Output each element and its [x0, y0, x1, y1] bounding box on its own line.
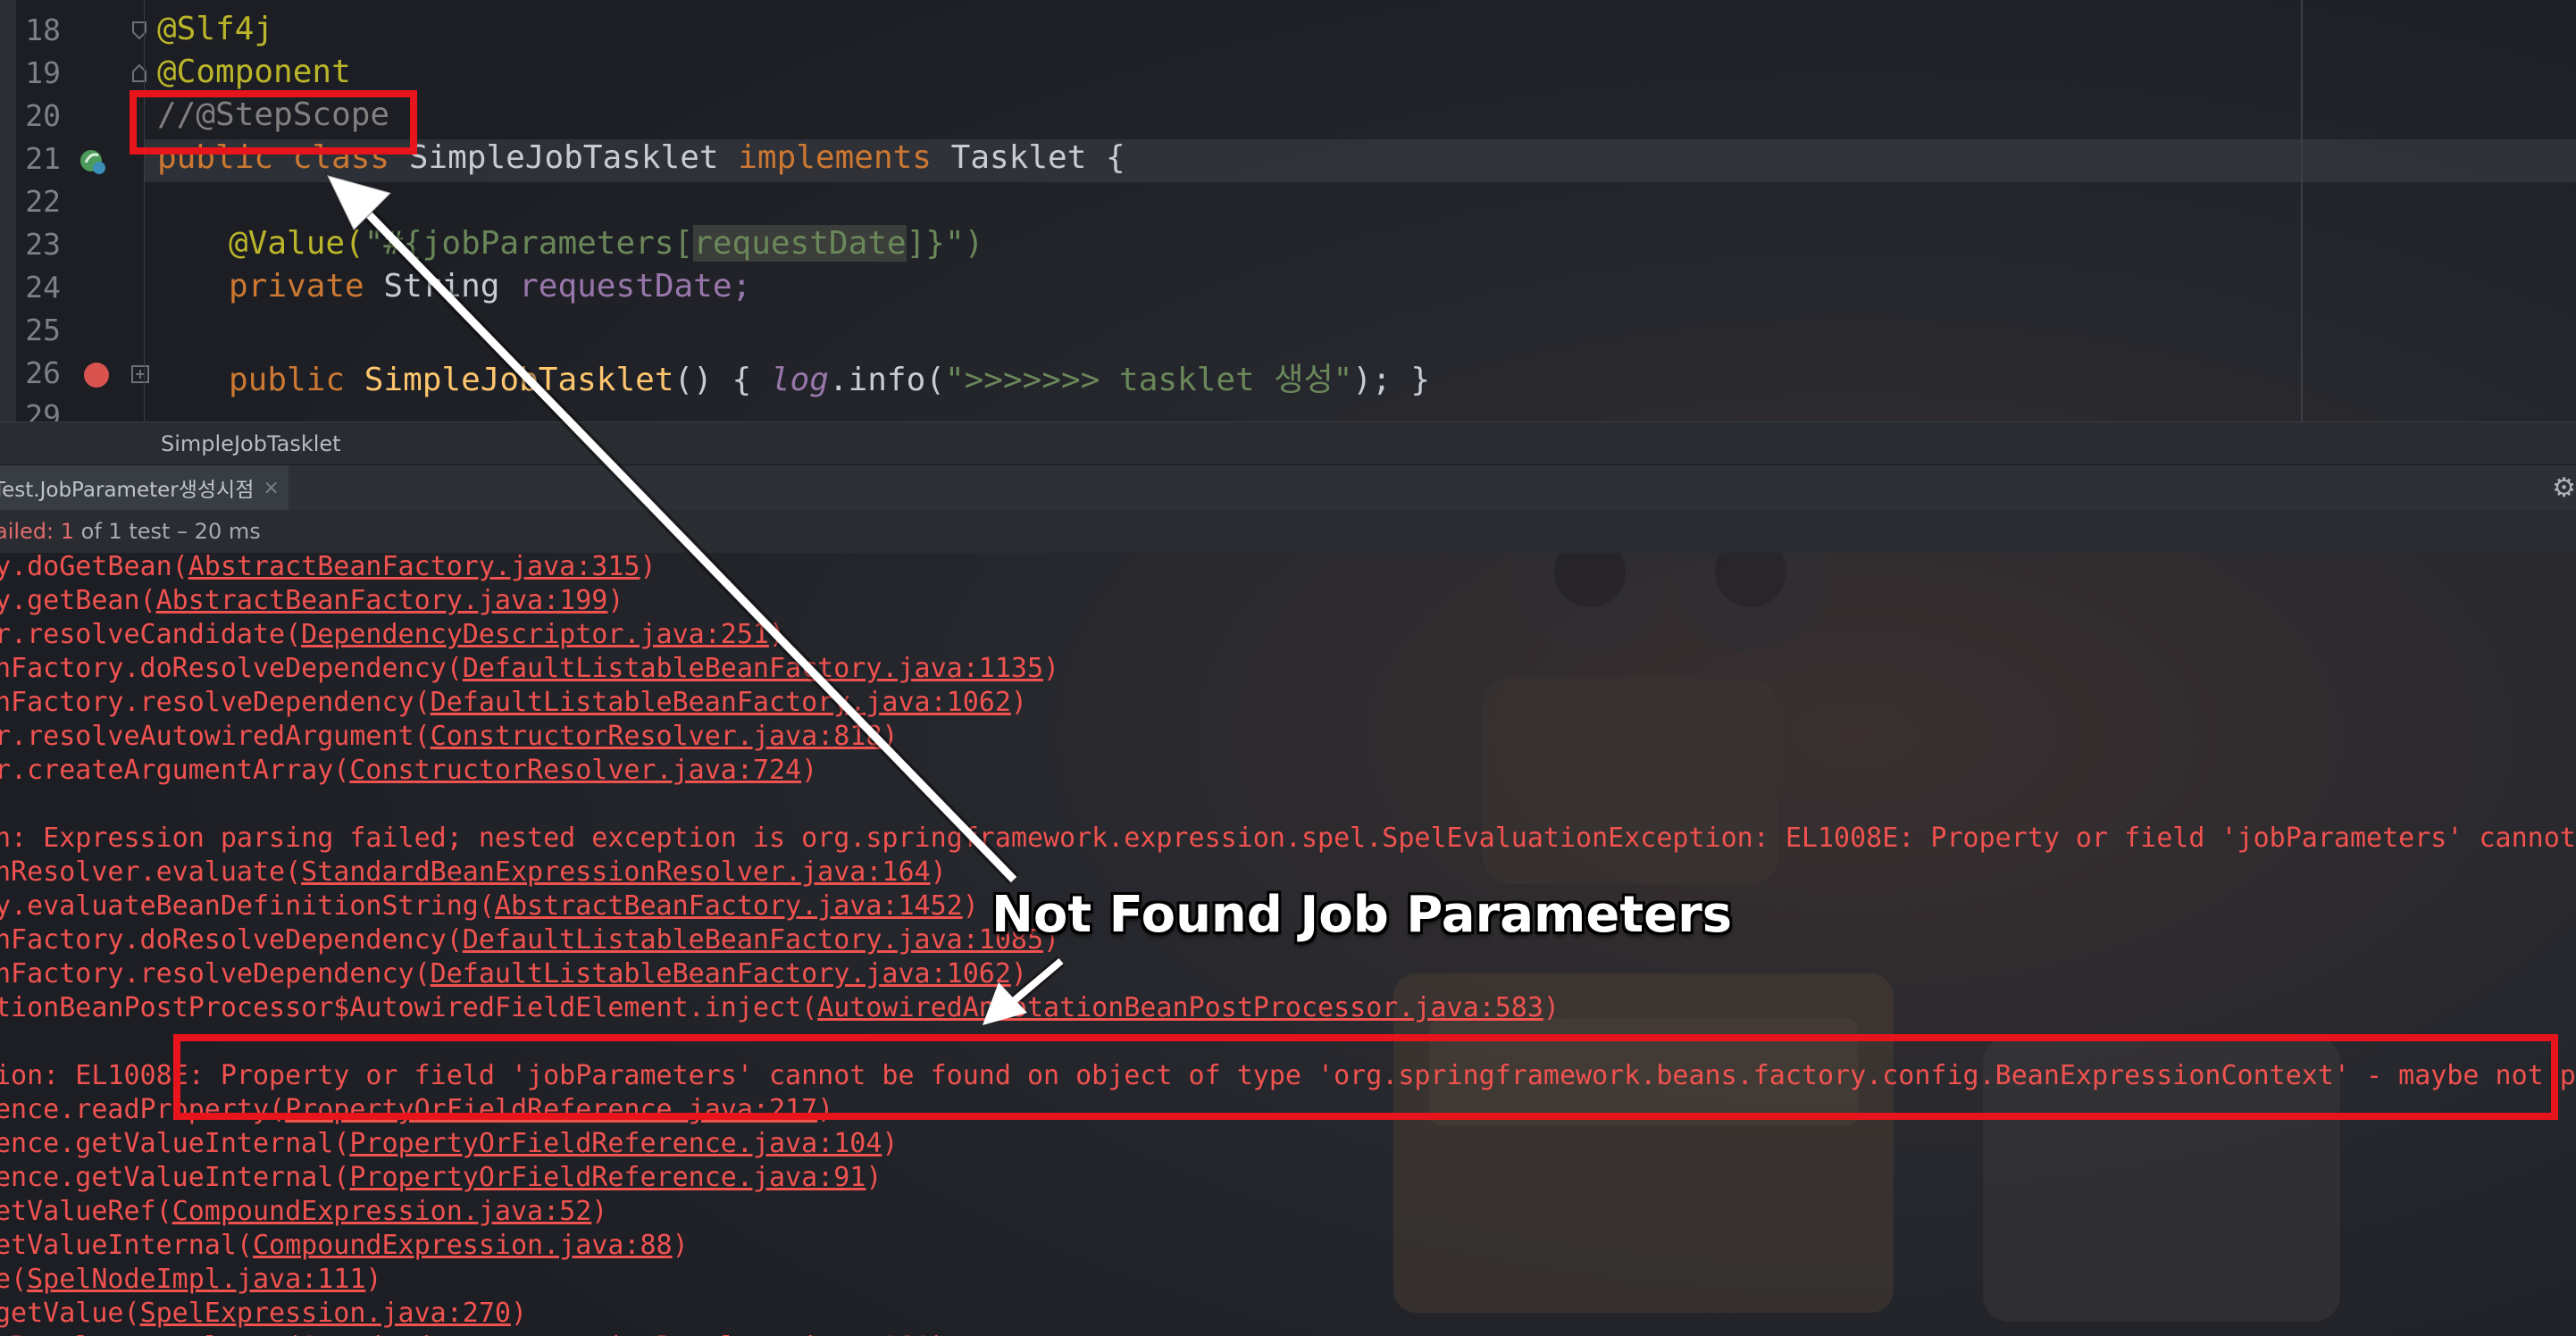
annotation-arrows	[325, 173, 1066, 1025]
arrow-to-error	[983, 956, 1066, 1025]
callout-label: Not Found Job Parameters	[991, 886, 1733, 944]
arrow-to-stepscope	[325, 173, 1019, 885]
